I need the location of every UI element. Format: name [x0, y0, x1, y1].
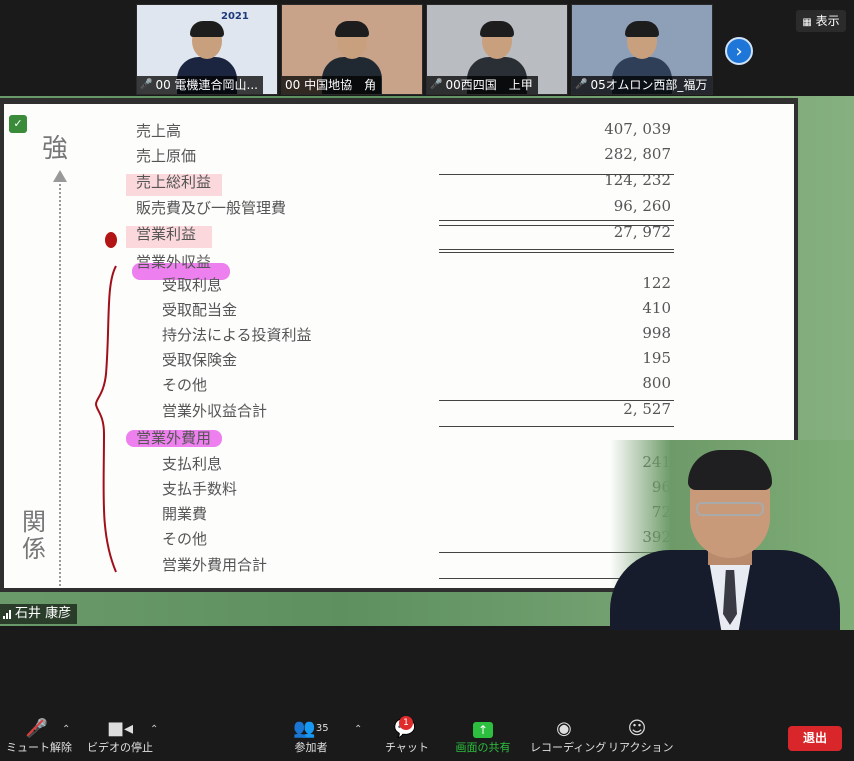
side-label-top: 強 [42, 134, 69, 164]
participant-name-tag: 🎤 05オムロン西部_福万 [572, 76, 712, 94]
record-icon: ◉ [556, 718, 572, 739]
chat-label: チャット [385, 741, 429, 754]
shield-icon: ✓ [9, 115, 27, 133]
video-camera-icon: ■◂ [106, 718, 134, 739]
row-label: 受取配当金 [162, 301, 238, 319]
row-label: 持分法による投資利益 [162, 326, 312, 344]
mic-muted-icon: 🎤 [25, 718, 49, 739]
row-label: 売上総利益 [136, 173, 212, 191]
signal-icon [3, 609, 11, 619]
view-button-label: 表示 [815, 14, 840, 28]
active-speaker-label: 石井 康彦 [0, 604, 78, 624]
row-value: 122 [642, 274, 671, 292]
dotted-arrow-line [59, 176, 61, 586]
row-label: 受取利息 [162, 276, 223, 294]
chevron-right-icon: › [735, 41, 743, 62]
row-label: 売上高 [136, 122, 182, 140]
row-value: 195 [642, 349, 671, 367]
participant-hair [190, 21, 224, 37]
participants-caret[interactable]: ⌃ [354, 724, 362, 735]
participant-name-tag: 00 中国地協 角 [282, 76, 382, 94]
share-screen-icon: ↑ [452, 718, 514, 740]
video-options-caret[interactable]: ⌃ [150, 724, 158, 735]
active-speaker-name: 石井 康彦 [15, 606, 72, 621]
unmute-button[interactable]: 🎤 ミュート解除 [6, 718, 72, 756]
row-value: 282, 807 [604, 145, 671, 163]
participant-name-tag: 🎤 00西四国 上甲 [427, 76, 538, 94]
row-value: 2, 527 [623, 400, 671, 418]
reaction-label: リアクション [608, 741, 674, 754]
recording-label: レコーディング [530, 741, 607, 754]
participant-hair [480, 21, 514, 37]
leave-meeting-button[interactable]: 退出 [788, 726, 842, 751]
presenter-hair [688, 450, 772, 490]
participant-thumbnail[interactable]: 🎤 00西四国 上甲 [426, 4, 568, 95]
row-value: 998 [642, 324, 671, 342]
row-label: 営業外収益 [136, 253, 212, 271]
participant-name: 00 中国地協 角 [285, 78, 377, 92]
row-label: 営業外費用 [136, 429, 212, 447]
next-page-button[interactable]: › [725, 37, 753, 65]
row-label: その他 [162, 530, 208, 548]
recording-button[interactable]: ◉ レコーディング [530, 718, 607, 756]
row-value: 96, 260 [613, 197, 671, 215]
mic-muted-icon: 🎤 [430, 79, 443, 90]
row-value: 410 [642, 299, 671, 317]
participant-name: 00西四国 上甲 [445, 78, 533, 92]
mic-muted-icon: 🎤 [140, 79, 153, 90]
presenter-video [610, 440, 854, 630]
row-label: 支払利息 [162, 455, 223, 473]
participants-label: 参加者 [294, 741, 328, 754]
row-value: 800 [642, 374, 671, 392]
participant-hair [625, 21, 659, 37]
participant-name: 05オムロン西部_福万 [590, 78, 708, 92]
row-value: 407, 039 [604, 120, 671, 138]
row-label: 開業費 [162, 505, 208, 523]
rule-noi-total [439, 400, 674, 401]
share-screen-label: 画面の共有 [455, 741, 511, 754]
banner-text: 2021 [221, 11, 249, 22]
meeting-toolbar: 🎤 ミュート解除 ⌃ ■◂ ビデオの停止 ⌃ 👥35 参加者 ⌃ 💬1 チャット… [0, 716, 854, 761]
participant-thumbnail[interactable]: 🎤 00 電機連合岡山... 2021 [136, 4, 278, 95]
row-label: その他 [162, 376, 208, 394]
row-label: 営業外費用合計 [162, 556, 268, 574]
chat-unread-badge: 1 [399, 716, 413, 730]
side-label-bottom: 関係 [22, 508, 46, 563]
row-label: 営業外収益合計 [162, 402, 268, 420]
participants-button[interactable]: 👥35 参加者 [288, 718, 334, 756]
row-label: 販売費及び一般管理費 [136, 199, 287, 217]
stop-video-label: ビデオの停止 [87, 741, 153, 754]
red-ink-dot [105, 232, 117, 248]
share-screen-button[interactable]: ↑ 画面の共有 [452, 718, 514, 756]
mic-muted-icon: 🎤 [575, 79, 588, 90]
row-label: 売上原価 [136, 147, 197, 165]
handwritten-brace [94, 265, 117, 573]
audio-options-caret[interactable]: ⌃ [62, 724, 70, 735]
rule-operating-profit [439, 225, 674, 226]
smiley-plus-icon: ☺ [627, 718, 647, 739]
row-label: 支払手数料 [162, 480, 238, 498]
participant-thumbnail[interactable]: 🎤 05オムロン西部_福万 [571, 4, 713, 95]
participants-count: 35 [315, 723, 329, 734]
reaction-button[interactable]: ☺ リアクション [608, 718, 674, 756]
participants-icon: 👥35 [293, 718, 329, 739]
rule-operating-profit-total [439, 249, 674, 253]
chat-button[interactable]: 💬1 チャット [385, 716, 429, 756]
grid-icon: ▦ [802, 17, 812, 28]
unmute-label: ミュート解除 [6, 741, 72, 754]
chat-icon: 💬1 [385, 716, 425, 740]
stop-video-button[interactable]: ■◂ ビデオの停止 [86, 718, 154, 756]
participant-thumbnail[interactable]: 00 中国地協 角 [281, 4, 423, 95]
participant-name-tag: 🎤 00 電機連合岡山... [137, 76, 263, 94]
rule-gross-profit [439, 174, 674, 175]
row-label: 営業利益 [136, 225, 197, 243]
rule-noi-total-bottom [439, 426, 674, 427]
zoom-meeting-window: 🎤 00 電機連合岡山... 2021 00 中国地協 角 🎤 00西四国 上甲 🎤 05オム… [0, 0, 854, 761]
participant-name: 00 電機連合岡山... [155, 78, 258, 92]
participant-hair [335, 21, 369, 37]
rule-sga [439, 220, 674, 221]
presenter-glasses [696, 502, 764, 516]
row-label: 受取保険金 [162, 351, 238, 369]
view-button[interactable]: ▦ 表示 [796, 10, 846, 32]
